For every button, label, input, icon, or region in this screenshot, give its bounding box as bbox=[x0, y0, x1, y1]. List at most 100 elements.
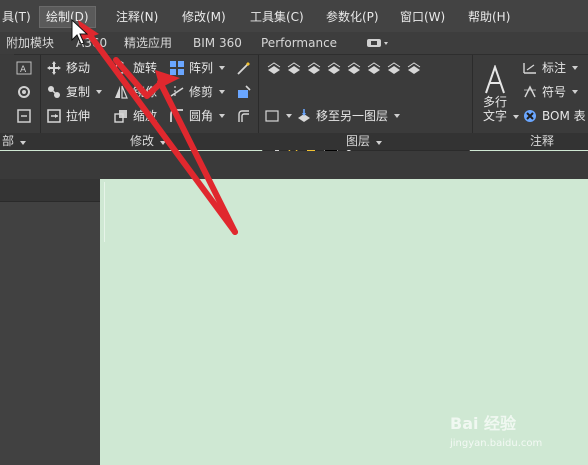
modify-tool-extra-1[interactable] bbox=[236, 59, 252, 77]
layer-state-icon-2[interactable] bbox=[286, 60, 302, 76]
annotation-symbol-label: 符号 bbox=[542, 85, 567, 99]
modify-copy-caret-icon bbox=[96, 90, 103, 94]
modify-scale-button[interactable]: 缩放 bbox=[113, 107, 157, 125]
tab-a360[interactable]: A360 bbox=[76, 35, 107, 51]
modify-trim-button[interactable]: 修剪 bbox=[169, 83, 226, 101]
modify-scale-label: 缩放 bbox=[133, 109, 158, 123]
move-icon bbox=[47, 61, 61, 75]
modify-tool-extra-2[interactable] bbox=[236, 83, 252, 101]
menu-modify[interactable]: 修改(M) bbox=[182, 7, 226, 27]
annotation-dimension-button[interactable]: 标注 bbox=[522, 59, 579, 77]
modify-fillet-label: 圆角 bbox=[189, 109, 214, 123]
left-group-caret-icon bbox=[19, 141, 26, 145]
annotation-bom-label: BOM 表 bbox=[542, 109, 586, 123]
left-tool-3[interactable] bbox=[16, 107, 32, 125]
ribbon-tabs-more-button[interactable] bbox=[366, 36, 390, 52]
modify-group-title-text: 修改 bbox=[130, 134, 155, 148]
modify-array-button[interactable]: 阵列 bbox=[169, 59, 226, 77]
modify-mirror-button[interactable]: 镜像 bbox=[113, 83, 157, 101]
square-icon[interactable] bbox=[264, 108, 280, 124]
layer-state-icon-7[interactable] bbox=[386, 60, 402, 76]
menu-help[interactable]: 帮助(H) bbox=[468, 7, 510, 27]
drawing-tabs-area bbox=[0, 151, 588, 179]
paste-icon bbox=[17, 109, 31, 123]
mirror-icon bbox=[115, 85, 128, 99]
modify-array-label: 阵列 bbox=[189, 61, 214, 75]
annotation-mtext-label: 多行 文字 bbox=[483, 95, 508, 123]
annotation-symbol-caret-icon bbox=[572, 90, 579, 94]
left-panel bbox=[0, 179, 100, 465]
symbol-icon bbox=[524, 85, 536, 98]
menu-parametric[interactable]: 参数化(P) bbox=[326, 7, 379, 27]
left-group-title-tail-text: 部 bbox=[2, 134, 15, 148]
menu-bar: 具(T) 绘制(D) 注释(N) 修改(M) 工具集(C) 参数化(P) 窗口(… bbox=[0, 0, 588, 33]
stretch-icon bbox=[47, 109, 61, 123]
annotation-bom-button[interactable]: BOM 表 bbox=[522, 107, 586, 125]
modify-group-caret-icon bbox=[159, 141, 166, 145]
layer-state-icon-5[interactable] bbox=[346, 60, 362, 76]
layer-tools-row bbox=[266, 59, 422, 77]
modify-array-caret-icon bbox=[219, 66, 226, 70]
explode-icon bbox=[238, 85, 251, 98]
annotation-group-title: 注释 bbox=[530, 133, 554, 150]
layers-group-caret-icon bbox=[375, 141, 382, 145]
move-to-layer-icon bbox=[298, 109, 310, 122]
scale-icon bbox=[114, 110, 127, 123]
tab-addins[interactable]: 附加模块 bbox=[6, 35, 54, 51]
menu-tools[interactable]: 具(T) bbox=[2, 7, 31, 27]
modify-stretch-button[interactable]: 拉伸 bbox=[46, 107, 90, 125]
offset-icon bbox=[238, 110, 249, 122]
menu-window[interactable]: 窗口(W) bbox=[400, 7, 445, 27]
modify-copy-label: 复制 bbox=[66, 85, 91, 99]
menu-toolset[interactable]: 工具集(C) bbox=[250, 7, 304, 27]
modify-trim-caret-icon bbox=[219, 90, 226, 94]
modify-tool-extra-3[interactable] bbox=[236, 107, 252, 125]
trim-icon bbox=[170, 86, 184, 98]
layer-state-icon-8[interactable] bbox=[406, 60, 422, 76]
tab-bim-360[interactable]: BIM 360 bbox=[193, 35, 242, 51]
modify-move-button[interactable]: 移动 bbox=[46, 59, 90, 77]
bom-icon bbox=[524, 110, 536, 122]
rotate-icon bbox=[115, 61, 127, 74]
ribbon-group-footer: 部 修改 图层 注释 bbox=[0, 133, 588, 150]
text-cursor bbox=[104, 182, 105, 242]
move-to-another-layer-label[interactable]: 移至另一图层 bbox=[316, 107, 388, 125]
tab-featured-apps[interactable]: 精选应用 bbox=[124, 35, 172, 51]
layer-state-icon-3[interactable] bbox=[306, 60, 322, 76]
modify-fillet-button[interactable]: 圆角 bbox=[169, 107, 226, 125]
left-tool-1[interactable]: A bbox=[16, 59, 32, 77]
modify-fillet-caret-icon bbox=[219, 114, 226, 118]
modify-trim-label: 修剪 bbox=[189, 85, 214, 99]
layer-state-icon-1[interactable] bbox=[266, 60, 282, 76]
fillet-icon bbox=[170, 109, 183, 122]
ribbon-tabs-more-icon bbox=[367, 39, 388, 47]
left-group-title-tail: 部 bbox=[2, 133, 26, 150]
wand-icon bbox=[237, 62, 250, 75]
ribbon-tabs: 附加模块 A360 精选应用 BIM 360 Performance bbox=[0, 32, 588, 55]
baidu-watermark: Bai 经验 jingyan.baidu.com bbox=[450, 410, 588, 465]
square-caret-icon bbox=[286, 114, 292, 118]
annotation-dimension-label: 标注 bbox=[542, 61, 567, 75]
modify-rotate-button[interactable]: 旋转 bbox=[113, 59, 157, 77]
layer-state-icon-6[interactable] bbox=[366, 60, 382, 76]
watermark-text-2: jingyan.baidu.com bbox=[450, 438, 543, 449]
menu-draw[interactable]: 绘制(D) bbox=[39, 6, 96, 28]
modify-group-title[interactable]: 修改 bbox=[130, 133, 166, 150]
modify-rotate-label: 旋转 bbox=[133, 61, 158, 75]
watermark-text-1: Bai 经验 bbox=[450, 414, 517, 433]
modify-stretch-label: 拉伸 bbox=[66, 109, 91, 123]
tab-performance[interactable]: Performance bbox=[261, 35, 337, 51]
dimension-icon bbox=[523, 63, 536, 74]
modify-copy-button[interactable]: 复制 bbox=[46, 83, 103, 101]
big-a-icon bbox=[485, 65, 505, 94]
modify-mirror-label: 镜像 bbox=[133, 85, 158, 99]
layers-group-title[interactable]: 图层 bbox=[346, 133, 382, 150]
annotation-symbol-button[interactable]: 符号 bbox=[522, 83, 579, 101]
layer-properties-row: 移至另一图层 bbox=[264, 107, 401, 125]
layer-state-icon-4[interactable] bbox=[326, 60, 342, 76]
left-tool-2[interactable] bbox=[16, 83, 32, 101]
annotation-mtext-caret-icon bbox=[513, 115, 520, 119]
left-panel-header bbox=[0, 179, 100, 202]
menu-annotate[interactable]: 注释(N) bbox=[116, 7, 158, 27]
modify-move-label: 移动 bbox=[66, 61, 91, 75]
